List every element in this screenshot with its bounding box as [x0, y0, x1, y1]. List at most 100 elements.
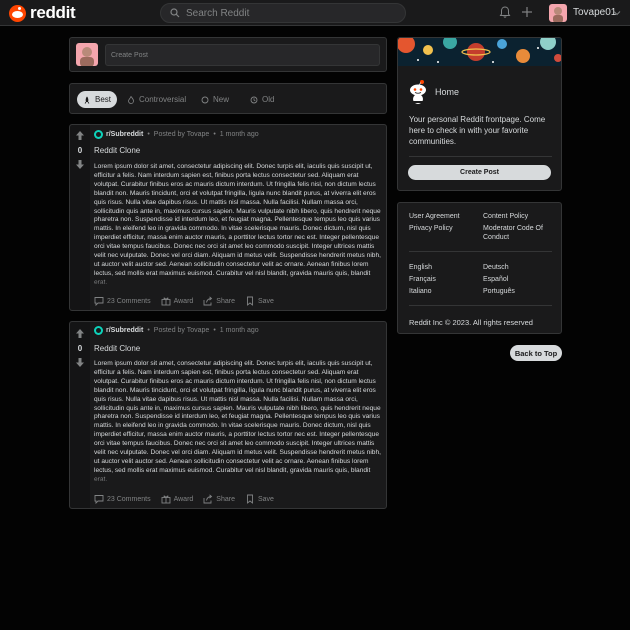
save-button[interactable]: Save [245, 494, 274, 504]
copyright-text: Reddit Inc © 2023. All rights reserved [409, 318, 533, 327]
vote-column: 0 [70, 322, 90, 508]
sparkle-icon [201, 96, 209, 103]
post-body: Lorem ipsum dolor sit amet, consectetur … [94, 360, 381, 483]
post-body-fade [94, 275, 384, 289]
home-description: Your personal Reddit frontpage. Come her… [409, 115, 546, 146]
meta-separator: • [147, 327, 150, 334]
comments-button[interactable]: 23 Comments [94, 494, 151, 504]
downvote-arrow-icon[interactable] [75, 159, 85, 170]
search-input[interactable] [186, 7, 386, 19]
home-title: Home [435, 87, 460, 97]
post-meta: r/Subreddit • Posted by Tovape • 1 month… [94, 130, 259, 139]
chevron-down-icon[interactable] [613, 9, 621, 17]
language-francais[interactable]: Français [409, 275, 436, 284]
share-icon [203, 296, 213, 306]
divider [409, 305, 552, 306]
bookmark-icon [247, 296, 253, 306]
comment-icon [94, 297, 104, 306]
top-header: reddit Tovape01 [0, 0, 630, 26]
award-button[interactable]: Award [161, 296, 193, 306]
post-title[interactable]: Reddit Clone [94, 146, 140, 155]
award-label: Award [173, 495, 194, 503]
comments-label: 23 Comments [107, 495, 151, 503]
links-card: User Agreement Content Policy Privacy Po… [397, 202, 562, 334]
post-actions: 23 Comments Award Share Save [94, 296, 284, 306]
language-portugues[interactable]: Português [483, 287, 515, 296]
sort-old-button[interactable]: Old [244, 91, 280, 108]
home-banner [398, 38, 561, 66]
user-agreement-link[interactable]: User Agreement [409, 212, 460, 221]
logo-text: reddit [30, 3, 76, 22]
gift-icon [161, 297, 171, 306]
sort-best-button[interactable]: Best [77, 91, 118, 108]
subreddit-icon [94, 326, 103, 335]
sort-controversial-label: Controversial [139, 95, 187, 104]
moderator-code-link[interactable]: Moderator Code Of Conduct [483, 224, 553, 242]
rocket-icon [84, 96, 90, 104]
post-title[interactable]: Reddit Clone [94, 344, 140, 353]
share-button[interactable]: Share [203, 494, 235, 504]
vote-count: 0 [77, 146, 83, 155]
post-time: 1 month ago [219, 327, 259, 334]
reddit-logo-icon [9, 4, 26, 22]
save-button[interactable]: Save [245, 296, 274, 306]
vote-count: 0 [77, 344, 83, 353]
reddit-logo[interactable]: reddit [9, 3, 76, 22]
language-deutsch[interactable]: Deutsch [483, 263, 509, 272]
posted-by: Posted by Tovape [153, 131, 210, 138]
divider [409, 251, 552, 252]
meta-separator: • [213, 131, 216, 138]
upvote-arrow-icon[interactable] [75, 328, 85, 339]
sort-old-label: Old [262, 95, 275, 104]
create-post-card [69, 37, 387, 72]
privacy-policy-link[interactable]: Privacy Policy [409, 224, 453, 233]
downvote-arrow-icon[interactable] [75, 357, 85, 368]
sort-bar: Best Controversial New Old [69, 83, 387, 114]
language-italiano[interactable]: Italiano [409, 287, 432, 296]
comment-icon [94, 495, 104, 504]
language-english[interactable]: English [409, 263, 432, 272]
bell-icon[interactable] [498, 5, 512, 19]
bookmark-icon [247, 494, 253, 504]
upvote-arrow-icon[interactable] [75, 130, 85, 141]
subreddit-link[interactable]: r/Subreddit [106, 327, 143, 334]
planets-banner-image [398, 38, 561, 66]
post-body-fade [94, 472, 384, 486]
share-icon [203, 494, 213, 504]
share-button[interactable]: Share [203, 296, 235, 306]
subreddit-link[interactable]: r/Subreddit [106, 131, 143, 138]
sort-new-button[interactable]: New [195, 91, 235, 108]
gift-icon [161, 495, 171, 504]
sort-controversial-button[interactable]: Controversial [121, 91, 192, 108]
divider [409, 156, 552, 157]
post-card[interactable]: 0 r/Subreddit • Posted by Tovape • 1 mon… [69, 124, 387, 311]
snoo-mascot-icon [410, 80, 426, 104]
search-icon [170, 8, 180, 18]
user-avatar[interactable] [549, 4, 567, 22]
search-bar[interactable] [160, 3, 406, 23]
post-time: 1 month ago [219, 131, 259, 138]
create-post-input[interactable] [105, 44, 380, 66]
home-card: Home Your personal Reddit frontpage. Com… [397, 37, 562, 191]
post-card[interactable]: 0 r/Subreddit • Posted by Tovape • 1 mon… [69, 321, 387, 509]
username[interactable]: Tovape01 [573, 7, 616, 18]
language-espanol[interactable]: Español [483, 275, 508, 284]
save-label: Save [257, 297, 274, 305]
post-actions: 23 Comments Award Share Save [94, 494, 284, 504]
save-label: Save [257, 495, 274, 503]
comments-button[interactable]: 23 Comments [94, 296, 151, 306]
post-meta: r/Subreddit • Posted by Tovape • 1 month… [94, 326, 259, 335]
create-post-button[interactable]: Create Post [408, 165, 551, 180]
content-policy-link[interactable]: Content Policy [483, 212, 528, 221]
comments-label: 23 Comments [107, 297, 151, 305]
flame-icon [128, 95, 134, 104]
plus-icon[interactable] [520, 5, 534, 19]
share-label: Share [216, 297, 235, 305]
avatar[interactable] [76, 43, 98, 66]
meta-separator: • [147, 131, 150, 138]
sort-best-label: Best [95, 95, 112, 104]
sort-new-label: New [213, 95, 230, 104]
clock-icon [250, 96, 258, 103]
award-button[interactable]: Award [161, 494, 194, 504]
back-to-top-button[interactable]: Back to Top [510, 345, 562, 361]
